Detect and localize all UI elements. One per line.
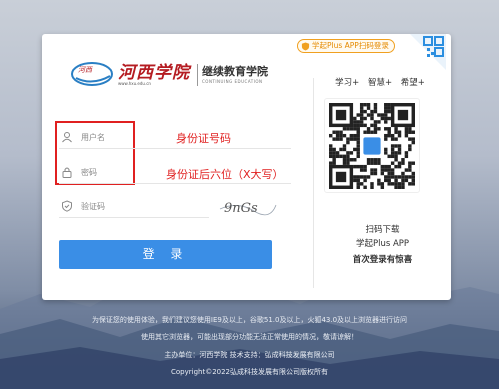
captcha-text: 9nGs xyxy=(224,201,258,216)
footer-organizer: 主办单位：河西学院 技术支持：弘成科技发展有限公司 xyxy=(164,351,335,359)
slogan-item: 智慧+ xyxy=(367,78,393,88)
footer-copyright: Copyright©2022弘成科技发展有限公司版权所有 xyxy=(170,368,329,376)
school-name: 河西学院 xyxy=(118,63,190,83)
app-badge-label: 学起Plus APP扫码登录 xyxy=(312,41,389,50)
qr-code-image xyxy=(329,103,415,189)
app-name-text: 学起Plus APP xyxy=(355,239,410,249)
captcha-image[interactable]: 9nGs xyxy=(218,195,278,219)
badge-shield-icon xyxy=(301,42,310,51)
captcha-field[interactable]: 验证码 xyxy=(59,196,209,218)
shield-check-icon xyxy=(62,200,72,212)
college-english-name: CONTINUING EDUCATION xyxy=(202,79,263,84)
user-icon xyxy=(62,132,72,143)
username-field[interactable]: 用户名 xyxy=(59,127,291,149)
footer-browser-tip: 为保证您的使用体验，我们建议您使用IE9及以上，谷歌51.0及以上，火狐43.0… xyxy=(91,316,408,324)
svg-text:河西: 河西 xyxy=(78,66,93,74)
lock-icon xyxy=(62,167,72,178)
qr-code-icon[interactable] xyxy=(410,34,446,70)
captcha-placeholder: 验证码 xyxy=(81,202,105,211)
login-button[interactable]: 登 录 xyxy=(59,240,272,269)
logo-divider xyxy=(197,64,198,86)
scan-download-text: 扫码下载 xyxy=(365,225,400,235)
password-placeholder: 密码 xyxy=(81,168,97,177)
first-login-text: 首次登录有惊喜 xyxy=(352,255,413,265)
slogan-item: 学习+ xyxy=(335,78,360,88)
slogans: 学习+ 智慧+ 希望+ xyxy=(322,76,438,88)
logo: 河西 河西学院 www.hxu.edu.cn 继续教育学院 CONTINUING… xyxy=(70,54,290,114)
footer-browser-warning: 使用其它浏览器，可能出现部分功能无法正常使用的情况，敬请谅解！ xyxy=(141,333,358,341)
username-annotation: 身份证号码 xyxy=(176,132,231,145)
username-placeholder: 用户名 xyxy=(81,133,105,142)
login-card: 河西 河西学院 www.hxu.edu.cn 继续教育学院 CONTINUING… xyxy=(42,34,451,300)
slogan-item: 希望+ xyxy=(400,78,425,88)
app-scan-login-badge[interactable]: 学起Plus APP扫码登录 xyxy=(297,39,395,53)
app-qr-code xyxy=(324,98,420,193)
school-url: www.hxu.edu.cn xyxy=(118,81,151,86)
school-emblem-icon: 河西 xyxy=(71,62,113,86)
password-annotation: 身份证后六位（X大写） xyxy=(166,168,284,181)
college-name: 继续教育学院 xyxy=(202,65,268,78)
